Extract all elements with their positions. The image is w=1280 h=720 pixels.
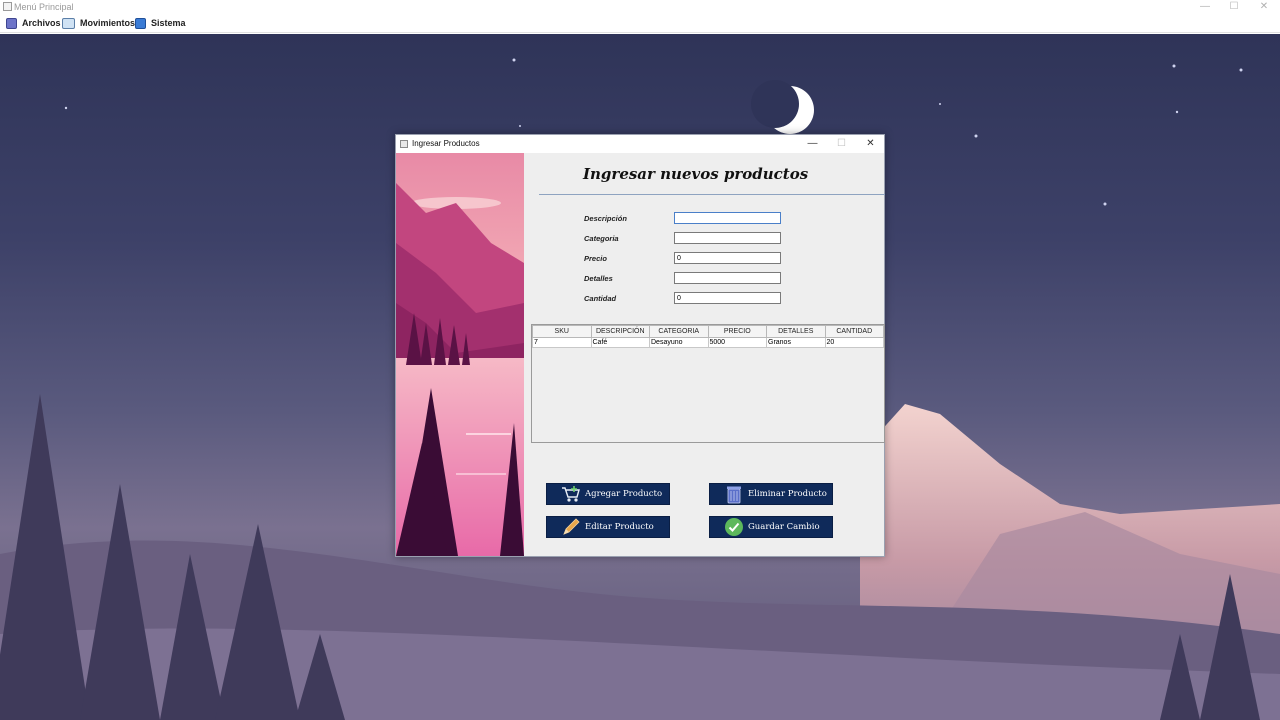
menu-sistema-label: Sistema: [151, 18, 186, 28]
java-app-icon: [400, 140, 408, 148]
dialog-titlebar: Ingresar Productos — ☐ ✕: [396, 135, 884, 153]
editar-producto-label: Editar Producto: [585, 522, 654, 532]
agregar-producto-label: Agregar Producto: [585, 489, 663, 499]
maximize-button[interactable]: ☐: [1220, 0, 1248, 14]
heading-divider: [539, 194, 885, 195]
close-button[interactable]: ✕: [1250, 0, 1278, 14]
table-header-row: SKU DESCRIPCIÓN CATEGORIA PRECIO DETALLE…: [532, 325, 884, 338]
side-illustration: [396, 153, 524, 556]
pencil-icon: [563, 518, 580, 535]
ingresar-productos-dialog: Ingresar Productos — ☐ ✕ Ingresar nuevos…: [395, 134, 885, 557]
dialog-maximize-button[interactable]: ☐: [827, 135, 856, 153]
cell-categoria[interactable]: Desayuno: [649, 337, 709, 348]
trash-icon: [727, 486, 741, 504]
cantidad-label: Cantidad: [584, 294, 617, 303]
cantidad-input[interactable]: [674, 292, 781, 304]
cell-sku[interactable]: 7: [532, 337, 592, 348]
guardar-cambio-button[interactable]: Guardar Cambio: [709, 516, 833, 538]
list-icon: [6, 17, 17, 29]
products-table[interactable]: SKU DESCRIPCIÓN CATEGORIA PRECIO DETALLE…: [531, 324, 885, 443]
menu-sistema[interactable]: Sistema: [135, 15, 186, 31]
menu-archivos[interactable]: Archivos: [6, 15, 61, 31]
main-window-titlebar: Menú Principal — ☐ ✕: [0, 0, 1280, 14]
agregar-producto-button[interactable]: Agregar Producto: [546, 483, 670, 505]
column-header-precio[interactable]: PRECIO: [707, 325, 767, 338]
shopping-cart-icon: [562, 486, 580, 502]
menu-archivos-label: Archivos: [22, 18, 61, 28]
guardar-cambio-label: Guardar Cambio: [748, 522, 820, 532]
descripcion-input[interactable]: [674, 212, 781, 224]
editar-producto-button[interactable]: Editar Producto: [546, 516, 670, 538]
menu-movimientos-label: Movimientos: [80, 18, 136, 28]
eliminar-producto-button[interactable]: Eliminar Producto: [709, 483, 833, 505]
cloud-icon: [135, 17, 146, 29]
column-header-categoria[interactable]: CATEGORIA: [649, 325, 709, 338]
column-header-sku[interactable]: SKU: [532, 325, 592, 338]
dialog-title: Ingresar Productos: [412, 139, 480, 148]
categoria-label: Categoria: [584, 234, 619, 243]
eliminar-producto-label: Eliminar Producto: [748, 489, 827, 499]
products-grid: SKU DESCRIPCIÓN CATEGORIA PRECIO DETALLE…: [532, 325, 884, 348]
book-icon: [62, 17, 75, 29]
categoria-input[interactable]: [674, 232, 781, 244]
form-heading: Ingresar nuevos productos: [583, 165, 809, 183]
precio-input[interactable]: [674, 252, 781, 264]
minimize-button[interactable]: —: [1191, 0, 1219, 14]
cell-precio[interactable]: 5000: [707, 337, 767, 348]
table-row[interactable]: 7 Café Desayuno 5000 Granos 20: [532, 337, 884, 348]
cell-detalles[interactable]: Granos: [766, 337, 826, 348]
column-header-detalles[interactable]: DETALLES: [766, 325, 826, 338]
detalles-input[interactable]: [674, 272, 781, 284]
cell-cantidad[interactable]: 20: [824, 337, 884, 348]
java-app-icon: [3, 2, 12, 11]
descripcion-label: Descripción: [584, 214, 627, 223]
cell-descripcion[interactable]: Café: [590, 337, 650, 348]
moon: [751, 80, 814, 134]
column-header-descripcion[interactable]: DESCRIPCIÓN: [590, 325, 650, 338]
checkmark-icon: [725, 518, 743, 536]
dialog-minimize-button[interactable]: —: [798, 135, 827, 153]
column-header-cantidad[interactable]: CANTIDAD: [824, 325, 884, 338]
menu-bar: Archivos Movimientos Sistema: [0, 14, 1280, 33]
precio-label: Precio: [584, 254, 607, 263]
menu-movimientos[interactable]: Movimientos: [62, 15, 135, 31]
pink-landscape-image: [396, 153, 524, 556]
dialog-close-button[interactable]: ✕: [856, 135, 885, 153]
main-window-title: Menú Principal: [14, 2, 74, 12]
detalles-label: Detalles: [584, 274, 613, 283]
